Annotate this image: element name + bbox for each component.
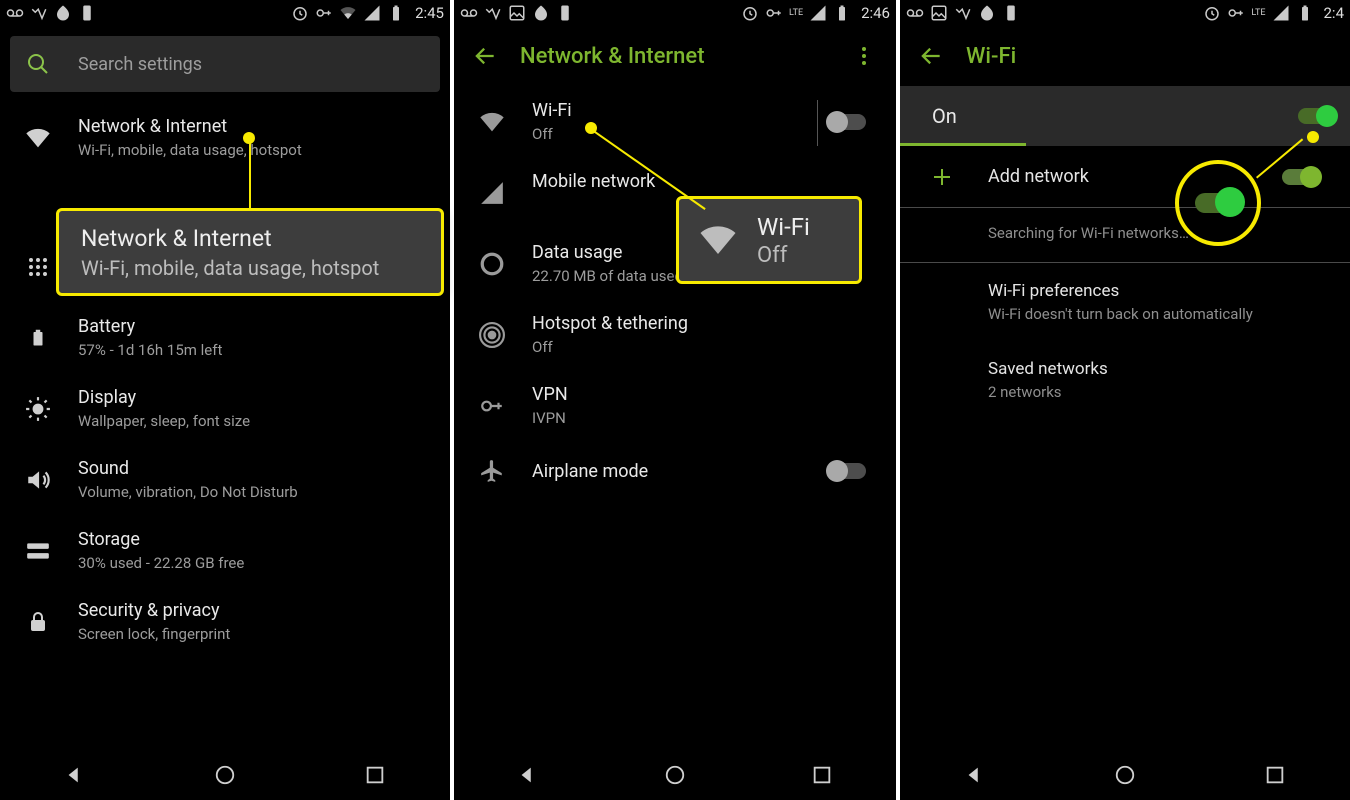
on-label: On	[932, 104, 957, 128]
signal-icon	[809, 4, 827, 22]
voicemail-icon	[6, 4, 24, 22]
alarm-icon	[1203, 4, 1221, 22]
leaf-icon	[54, 4, 72, 22]
row-airplane[interactable]: Airplane mode	[454, 441, 896, 501]
volume-icon	[25, 467, 51, 493]
status-time: 2:45	[415, 4, 444, 22]
wifi-toggle[interactable]	[828, 114, 866, 130]
row-battery[interactable]: Battery57% - 1d 16h 15m left	[0, 302, 450, 373]
alarm-icon	[741, 4, 759, 22]
wifi-calling-icon	[954, 4, 972, 22]
lock-icon	[26, 610, 50, 634]
phone-icon	[556, 4, 574, 22]
header: Network & Internet	[454, 26, 896, 86]
wifi-calling-icon	[484, 4, 502, 22]
row-security[interactable]: Security & privacyScreen lock, fingerpri…	[0, 586, 450, 657]
row-hotspot[interactable]: Hotspot & tetheringOff	[454, 299, 896, 370]
key-icon	[1227, 4, 1245, 22]
nav-bar	[454, 750, 896, 800]
voicemail-icon	[460, 4, 478, 22]
leaf-icon	[532, 4, 550, 22]
phone-settings: 2:45 Search settings Network & InternetW…	[0, 0, 450, 800]
wifi-calling-icon	[30, 4, 48, 22]
row-wifi-preferences[interactable]: Wi-Fi preferences Wi-Fi doesn't turn bac…	[900, 263, 1350, 341]
add-network-row[interactable]: Add network	[900, 146, 1350, 208]
back-icon[interactable]	[472, 43, 498, 69]
status-bar: 2:45	[0, 0, 450, 26]
phone-network-internet: LTE 2:46 Network & Internet Wi-FiOff Mob…	[450, 0, 900, 800]
hotspot-icon	[479, 322, 505, 348]
key-icon	[479, 393, 505, 419]
battery-icon	[29, 324, 47, 352]
voicemail-icon	[906, 4, 924, 22]
leaf-icon	[978, 4, 996, 22]
row-mobile-network[interactable]: Mobile network	[454, 157, 896, 228]
signal-icon	[479, 180, 505, 206]
wifi-master-toggle[interactable]	[1298, 108, 1336, 124]
search-placeholder: Search settings	[78, 54, 202, 75]
nav-recent-icon[interactable]	[1264, 764, 1286, 786]
nav-bar	[0, 750, 450, 800]
search-settings[interactable]: Search settings	[10, 36, 440, 92]
searching-text: Searching for Wi-Fi networks…	[900, 208, 1350, 263]
nav-bar	[900, 750, 1350, 800]
battery-icon	[387, 4, 405, 22]
storage-icon	[25, 538, 51, 564]
apps-icon	[26, 255, 50, 279]
row-vpn[interactable]: VPNIVPN	[454, 370, 896, 441]
nav-home-icon[interactable]	[664, 764, 686, 786]
plus-icon	[930, 165, 954, 189]
status-bar: LTE 2:46	[454, 0, 896, 26]
row-storage[interactable]: Storage30% used - 22.28 GB free	[0, 515, 450, 586]
header: Wi-Fi	[900, 26, 1350, 86]
alarm-icon	[291, 4, 309, 22]
more-icon[interactable]	[852, 44, 876, 68]
search-icon	[26, 52, 50, 76]
status-time: 2:46	[861, 4, 890, 22]
key-icon	[765, 4, 783, 22]
add-network-toggle[interactable]	[1282, 169, 1320, 185]
battery-icon	[833, 4, 851, 22]
nav-back-icon[interactable]	[64, 764, 86, 786]
wifi-icon	[478, 108, 506, 136]
signal-icon	[1272, 4, 1290, 22]
nav-home-icon[interactable]	[214, 764, 236, 786]
header-title: Network & Internet	[520, 44, 852, 69]
status-bar: LTE 2:4	[900, 0, 1350, 26]
battery-icon	[1296, 4, 1314, 22]
wifi-on-bar[interactable]: On	[900, 86, 1350, 146]
wifi-icon	[24, 124, 52, 152]
row-data-usage[interactable]: Data usage22.70 MB of data used	[454, 228, 896, 299]
nav-recent-icon[interactable]	[364, 764, 386, 786]
phone-wifi: LTE 2:4 Wi-Fi On Add network Searching f…	[900, 0, 1350, 800]
phone-icon	[1002, 4, 1020, 22]
image-icon	[930, 4, 948, 22]
image-icon	[508, 4, 526, 22]
header-title: Wi-Fi	[966, 44, 1340, 69]
row-saved-networks[interactable]: Saved networks 2 networks	[900, 341, 1350, 419]
row-network-internet[interactable]: Network & InternetWi-Fi, mobile, data us…	[0, 102, 450, 173]
airplane-icon	[479, 458, 505, 484]
status-time: 2:4	[1324, 4, 1345, 22]
brightness-icon	[25, 396, 51, 422]
nav-home-icon[interactable]	[1114, 764, 1136, 786]
phone-icon	[78, 4, 96, 22]
nav-back-icon[interactable]	[964, 764, 986, 786]
key-icon	[315, 4, 333, 22]
row-display[interactable]: DisplayWallpaper, sleep, font size	[0, 373, 450, 444]
back-icon[interactable]	[918, 43, 944, 69]
airplane-toggle[interactable]	[828, 463, 866, 479]
nav-back-icon[interactable]	[517, 764, 539, 786]
signal-icon	[363, 4, 381, 22]
row-sound[interactable]: SoundVolume, vibration, Do Not Disturb	[0, 444, 450, 515]
wifi-icon	[339, 4, 357, 22]
data-usage-icon	[479, 251, 505, 277]
nav-recent-icon[interactable]	[811, 764, 833, 786]
row-apps-notifications[interactable]: Apps & notificationsPermissions, default…	[0, 231, 450, 302]
row-wifi[interactable]: Wi-FiOff	[454, 86, 896, 157]
